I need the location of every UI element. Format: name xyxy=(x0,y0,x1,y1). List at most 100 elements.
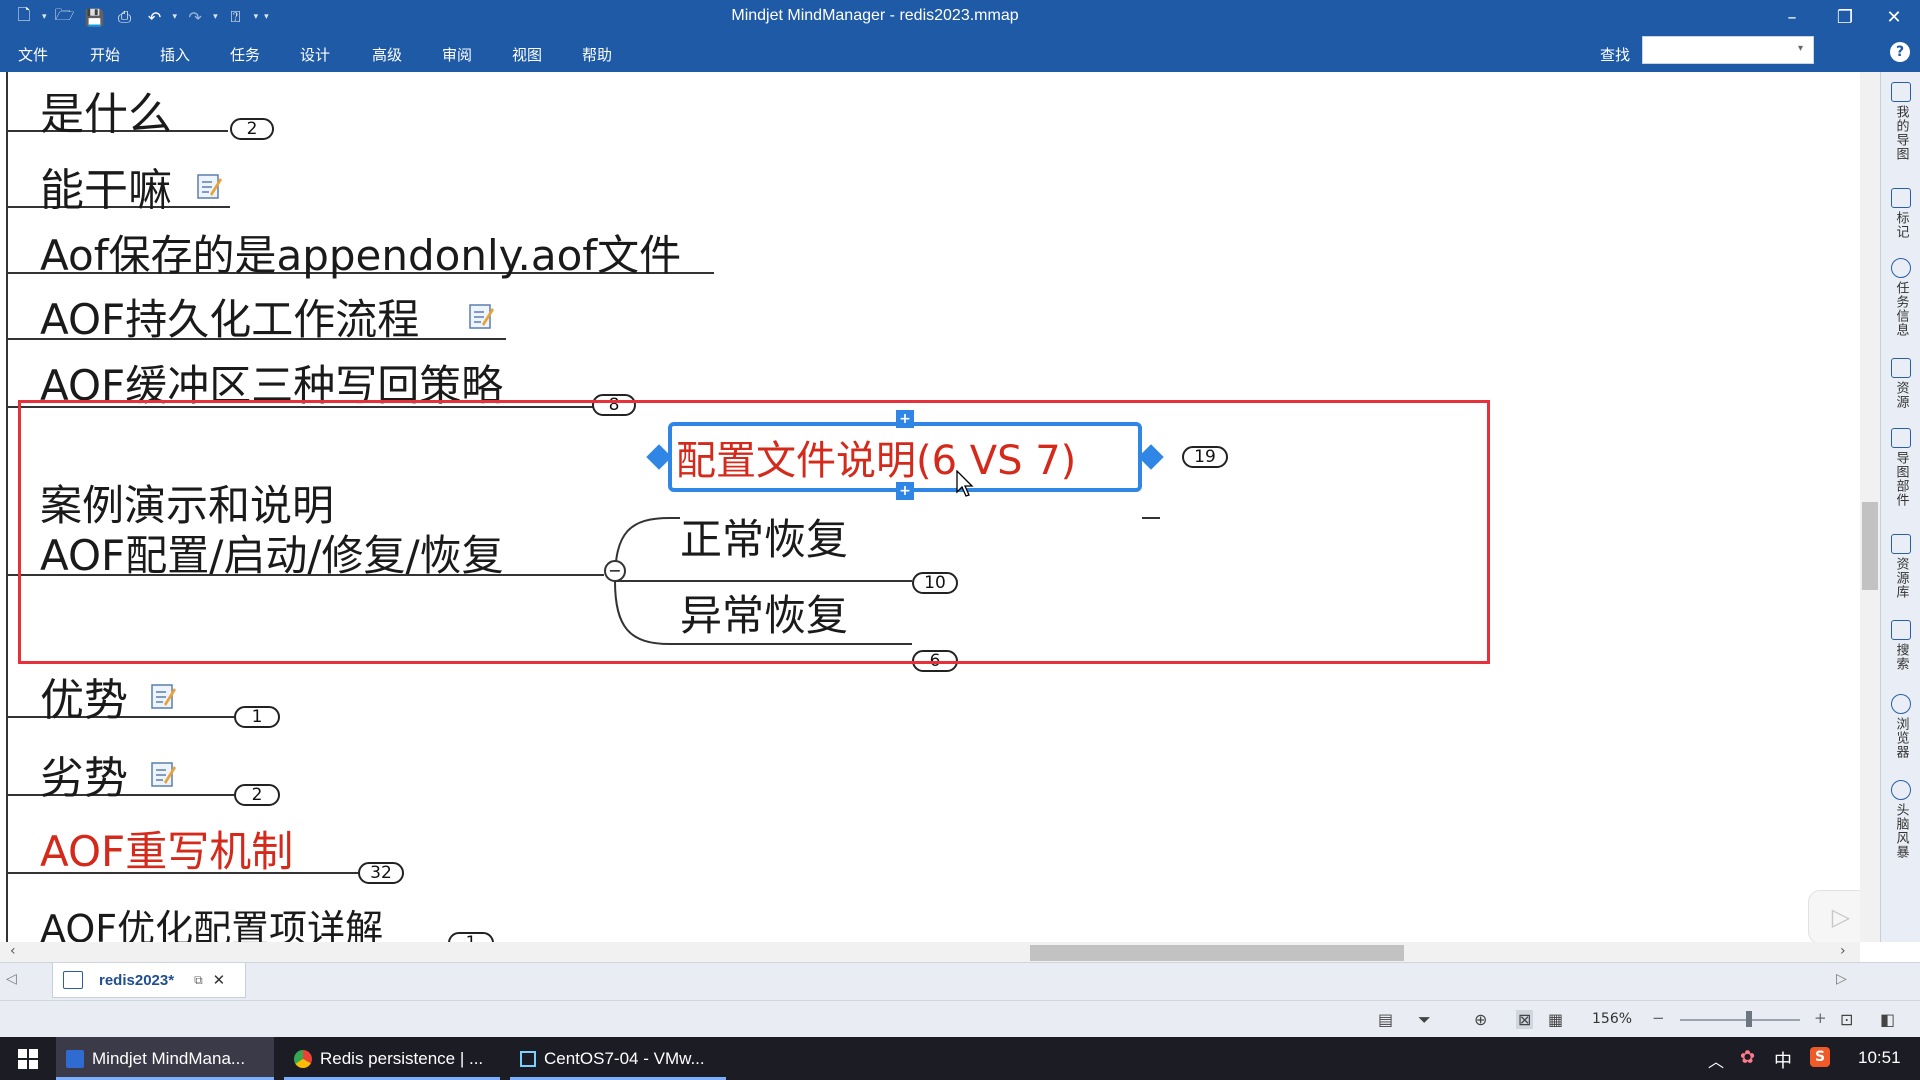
browser-icon xyxy=(1891,694,1911,714)
resources-icon xyxy=(1891,358,1911,378)
horizontal-scroll-thumb[interactable] xyxy=(1030,945,1404,961)
fit-map-icon[interactable]: ⊡ xyxy=(1840,1010,1853,1029)
tab-redis2023[interactable]: redis2023* ⧉ ✕ xyxy=(52,963,246,998)
play-widget-icon[interactable]: ▷ xyxy=(1808,890,1860,942)
side-panel: 我的导图 标记 任务信息 资源 导图部件 资源库 搜索 浏览器 头脑风暴 xyxy=(1880,72,1920,942)
filter-icon[interactable]: ⏷ xyxy=(1418,1010,1431,1030)
menu-insert[interactable]: 插入 xyxy=(160,44,190,65)
menu-bar: 文件 开始 插入 任务 设计 高级 审阅 视图 帮助 查找 xyxy=(0,34,1920,72)
windows-taskbar: Mindjet MindMana... Redis persistence | … xyxy=(0,1037,1920,1080)
tray-flower-icon[interactable]: ✿ xyxy=(1740,1047,1755,1068)
count-badge[interactable]: 32 xyxy=(358,862,404,884)
topic-what-is[interactable]: 是什么 xyxy=(40,78,172,142)
panel-map-parts[interactable]: 导图部件 xyxy=(1885,428,1917,507)
topic-what-for[interactable]: 能干嘛 xyxy=(40,154,172,218)
menu-file[interactable]: 文件 xyxy=(18,44,48,65)
library-icon xyxy=(1891,534,1911,554)
start-button[interactable] xyxy=(10,1037,46,1080)
chrome-icon xyxy=(294,1049,312,1068)
horizontal-scrollbar[interactable]: ‹ › xyxy=(0,942,1860,962)
menu-review[interactable]: 审阅 xyxy=(442,44,472,65)
map-parts-icon xyxy=(1891,428,1911,448)
panel-library[interactable]: 资源库 xyxy=(1885,534,1917,599)
search-panel-icon xyxy=(1891,620,1911,640)
title-bar: 🗋 ▾ 🗁 💾 ⎙ ↶ ▾ ↷ ▾ ⍰ ▾ ▾ Mindjet MindManager … xyxy=(0,0,1920,34)
scroll-left-icon[interactable]: ‹ xyxy=(10,943,16,959)
tab-scroll-left-icon[interactable]: ◁ xyxy=(6,971,17,987)
menu-home[interactable]: 开始 xyxy=(90,44,120,65)
clock: 10:51 xyxy=(1858,1048,1901,1067)
tray-expand-icon[interactable]: ︿ xyxy=(1708,1048,1724,1072)
markers-icon xyxy=(1891,188,1911,208)
ime-indicator[interactable]: 中 xyxy=(1774,1047,1792,1073)
taskbar-vmware[interactable]: CentOS7-04 - VMw... xyxy=(510,1037,726,1080)
scroll-right-icon[interactable]: › xyxy=(1840,943,1846,959)
taskbar-mindmanager[interactable]: Mindjet MindMana... xyxy=(56,1037,274,1080)
topic-aof-workflow[interactable]: AOF持久化工作流程 xyxy=(40,286,419,347)
zoom-slider-track[interactable] xyxy=(1680,1019,1800,1021)
restore-button[interactable]: ❐ xyxy=(1825,4,1865,30)
vertical-scroll-thumb[interactable] xyxy=(1862,502,1878,590)
topic-disadvantages[interactable]: 劣势 xyxy=(40,742,128,806)
topic-aof-config-items[interactable]: AOF优化配置项详解 xyxy=(40,898,383,942)
panel-resources[interactable]: 资源 xyxy=(1885,358,1917,409)
sogou-input-icon[interactable]: S xyxy=(1810,1047,1830,1067)
map-canvas[interactable]: 是什么 2 能干嘛 Aof保存的是appendonly.aof文件 AOF持久化… xyxy=(0,72,1860,942)
search-label: 查找 xyxy=(1600,46,1631,64)
lightbulb-icon xyxy=(1891,780,1911,800)
search-dropdown-icon[interactable]: ▾ xyxy=(1798,43,1803,54)
panel-brainstorm[interactable]: 头脑风暴 xyxy=(1885,780,1917,859)
mindmap-file-icon xyxy=(63,971,83,989)
panel-search[interactable]: 搜索 xyxy=(1885,620,1917,671)
view-map-icon[interactable]: ⊠ xyxy=(1516,1010,1534,1029)
zoom-in-button[interactable]: + xyxy=(1814,1009,1827,1027)
task-info-icon xyxy=(1891,258,1911,278)
taskbar-chrome[interactable]: Redis persistence | ... xyxy=(284,1037,500,1080)
menu-task[interactable]: 任务 xyxy=(230,44,260,65)
panel-markers[interactable]: 标记 xyxy=(1885,188,1917,239)
topic-aof-file[interactable]: Aof保存的是appendonly.aof文件 xyxy=(40,222,681,283)
note-icon[interactable] xyxy=(468,302,494,330)
note-icon[interactable] xyxy=(196,172,222,200)
minimize-button[interactable]: – xyxy=(1772,4,1812,30)
count-badge[interactable]: 2 xyxy=(234,784,280,806)
count-badge[interactable]: 1 xyxy=(234,706,280,728)
zoom-slider-thumb[interactable] xyxy=(1746,1011,1752,1027)
note-icon[interactable] xyxy=(150,682,176,710)
panel-task-info[interactable]: 任务信息 xyxy=(1885,258,1917,337)
menu-design[interactable]: 设计 xyxy=(300,44,330,65)
maps-icon xyxy=(1891,82,1911,102)
topic-advantages[interactable]: 优势 xyxy=(40,664,128,728)
branch-trunk xyxy=(6,72,8,942)
annotation-highlight-box xyxy=(18,400,1490,664)
topic-aof-rewrite[interactable]: AOF重写机制 xyxy=(40,818,293,879)
vertical-scrollbar[interactable] xyxy=(1860,72,1880,942)
count-badge[interactable]: 1 xyxy=(448,932,494,942)
layout-options-icon[interactable]: ◧ xyxy=(1880,1010,1895,1029)
close-button[interactable]: ✕ xyxy=(1874,4,1914,30)
status-bar: ▤ ⏷ ⊕ ⊠ ▦ 156% − + ⊡ ◧ xyxy=(0,1000,1920,1038)
view-outline-icon[interactable]: ▦ xyxy=(1548,1010,1563,1029)
note-icon[interactable] xyxy=(150,760,176,788)
close-tab-icon[interactable]: ✕ xyxy=(213,971,226,989)
panel-my-maps[interactable]: 我的导图 xyxy=(1885,82,1917,161)
tab-scroll-right-icon[interactable]: ▷ xyxy=(1836,971,1847,987)
tab-label: redis2023* xyxy=(99,971,175,989)
help-icon[interactable]: ? xyxy=(1890,42,1910,62)
search-input[interactable] xyxy=(1642,36,1814,64)
count-badge[interactable]: 2 xyxy=(230,118,274,140)
window-title: Mindjet MindManager - redis2023.mmap xyxy=(731,7,1019,24)
topic-add-icon[interactable]: ⊕ xyxy=(1474,1010,1487,1029)
menu-advanced[interactable]: 高级 xyxy=(372,44,402,65)
mindmanager-app-icon xyxy=(66,1049,84,1068)
page-icon[interactable]: ▤ xyxy=(1378,1010,1393,1029)
float-tab-icon[interactable]: ⧉ xyxy=(194,973,203,988)
menu-view[interactable]: 视图 xyxy=(512,44,542,65)
windows-logo-icon xyxy=(18,1048,38,1069)
panel-browser[interactable]: 浏览器 xyxy=(1885,694,1917,759)
zoom-level: 156% xyxy=(1592,1011,1633,1027)
document-tab-bar: ◁ redis2023* ⧉ ✕ ▷ xyxy=(0,962,1920,1001)
vmware-icon xyxy=(520,1050,536,1067)
menu-help[interactable]: 帮助 xyxy=(582,44,612,65)
zoom-out-button[interactable]: − xyxy=(1652,1009,1665,1027)
